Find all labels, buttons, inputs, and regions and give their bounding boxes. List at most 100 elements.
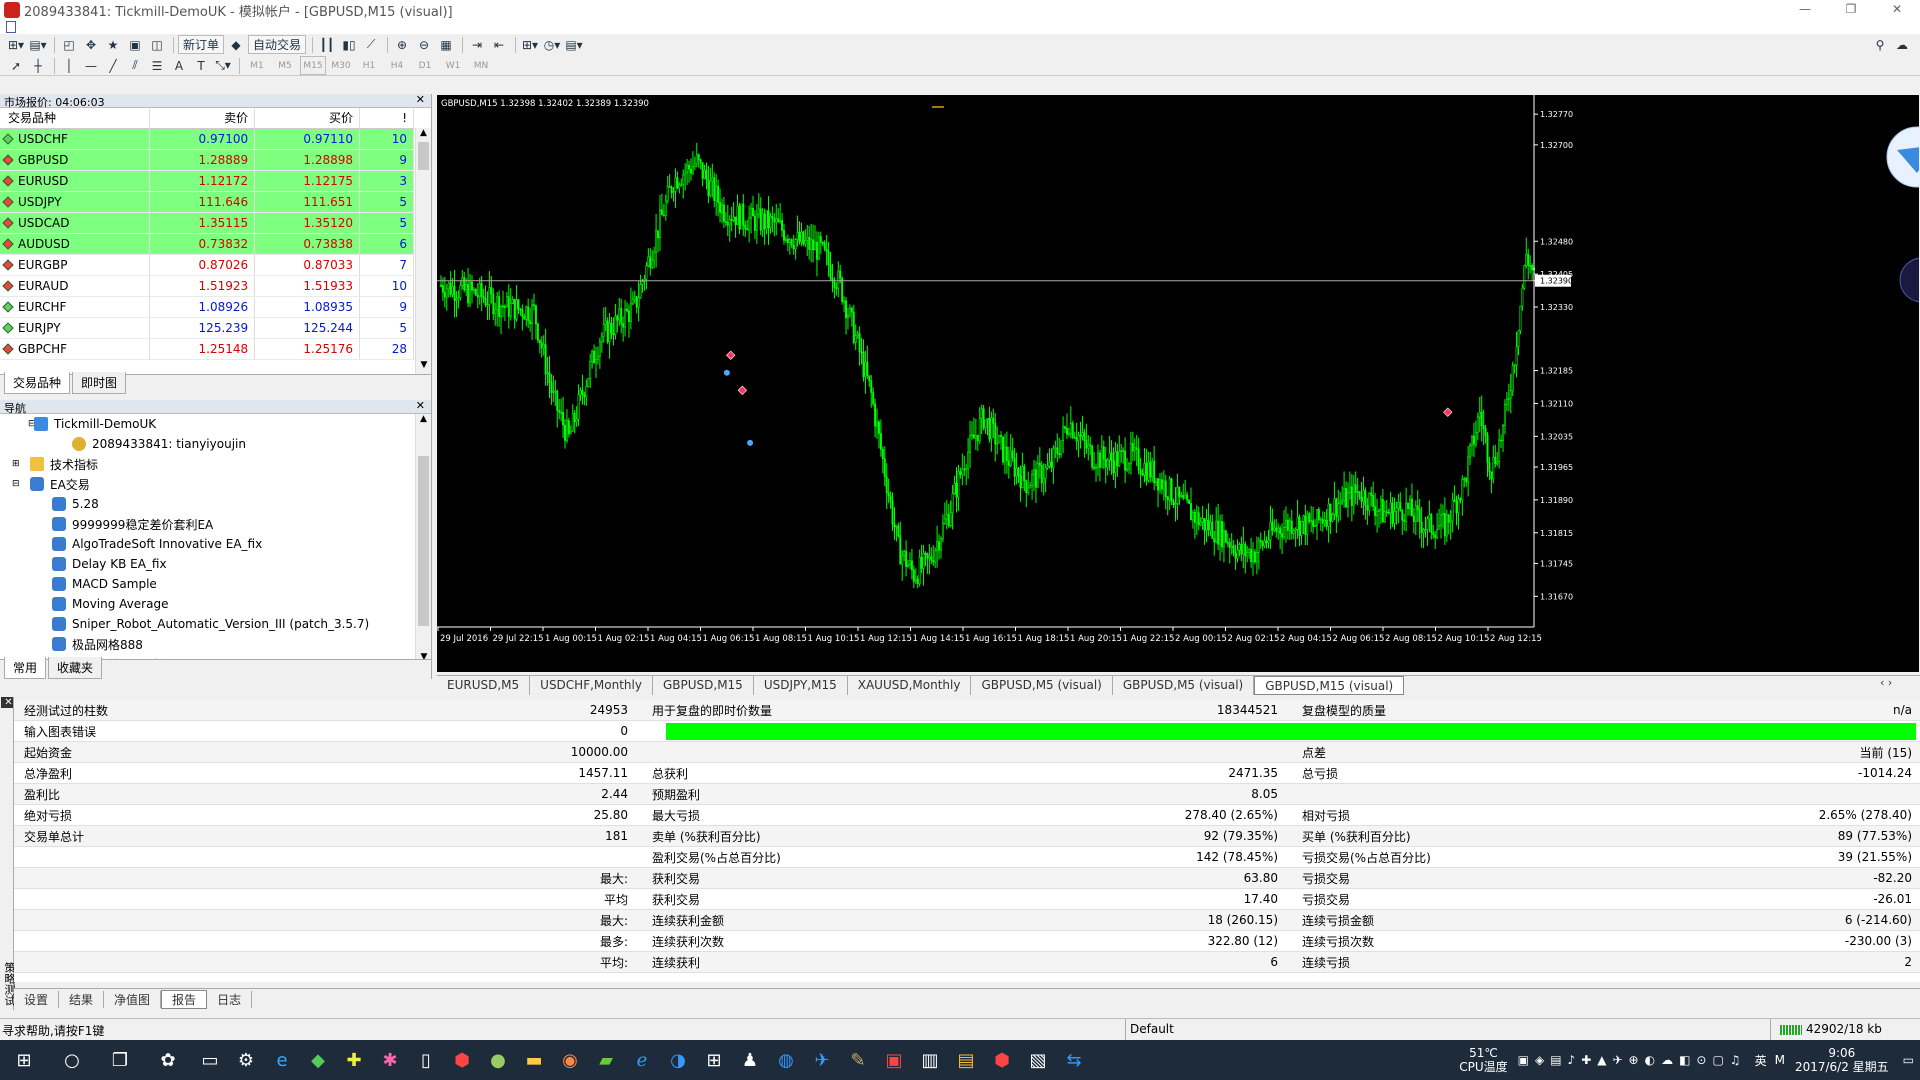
line-chart-icon[interactable]: ⟋: [361, 35, 381, 54]
file-explorer-icon[interactable]: ▬: [516, 1040, 552, 1080]
app-leaf-icon[interactable]: ▰: [588, 1040, 624, 1080]
app-red-square-icon[interactable]: ▣: [876, 1040, 912, 1080]
market-watch-row[interactable]: EURUSD 1.12172 1.12175 3: [0, 170, 414, 192]
tab-graph[interactable]: 净值图: [104, 991, 162, 1008]
tab-common[interactable]: 常用: [4, 657, 47, 679]
app-computer-icon[interactable]: ▥: [912, 1040, 948, 1080]
new-chart-icon[interactable]: ⊞▾: [6, 35, 26, 54]
col-spread[interactable]: !: [359, 108, 414, 129]
tray-icons[interactable]: ▣◈▤♪✚▲✈⊕◐☁◧⊙▢♫: [1518, 1053, 1747, 1067]
tf-m5[interactable]: M5: [272, 56, 298, 75]
app-ball-icon[interactable]: ●: [480, 1040, 516, 1080]
tf-mn[interactable]: MN: [468, 56, 494, 75]
market-watch-row[interactable]: GBPUSD 1.28889 1.28898 9: [0, 149, 414, 171]
market-watch-row[interactable]: GBPCHF 1.25148 1.25176 28: [0, 338, 414, 360]
bar-chart-icon[interactable]: ┃┃: [317, 35, 337, 54]
metaeditor-icon[interactable]: ◆: [226, 35, 246, 54]
navigator-item[interactable]: AlgoTradeSoft Innovative EA_fix: [0, 534, 431, 554]
navigator-item[interactable]: 5.28: [0, 494, 431, 514]
navigator-item[interactable]: 2089433841: tianyiyoujin: [0, 434, 431, 454]
candlestick-chart[interactable]: 1.327701.327001.324801.324051.323901.323…: [437, 95, 1919, 672]
app-bird-icon[interactable]: ✈: [804, 1040, 840, 1080]
tf-h4[interactable]: H4: [384, 56, 410, 75]
input-language[interactable]: 英: [1755, 1052, 1767, 1069]
tab-tick-chart[interactable]: 即时图: [72, 372, 127, 394]
market-watch-row[interactable]: USDCHF 0.97100 0.97110 10: [0, 128, 414, 150]
channel-icon[interactable]: ⫽: [125, 56, 145, 75]
candles-icon[interactable]: ▮▯: [339, 35, 359, 54]
windows-start-icon[interactable]: ⊞: [0, 1040, 48, 1080]
text-icon[interactable]: A: [169, 56, 189, 75]
horizontal-line-icon[interactable]: —: [81, 56, 101, 75]
fibo-icon[interactable]: ☰: [147, 56, 167, 75]
app-pinwheel-icon[interactable]: ✿: [144, 1040, 192, 1080]
chart-window[interactable]: 1.32770 1.32700 1.32480 1.32405 1.32390 1.323…: [437, 95, 1919, 672]
navigator-item[interactable]: Delay KB EA_fix: [0, 554, 431, 574]
tf-m30[interactable]: M30: [328, 56, 354, 75]
zoom-in-icon[interactable]: ⊕: [392, 35, 412, 54]
task-view-icon[interactable]: ❐: [96, 1040, 144, 1080]
col-symbol[interactable]: 交易品种: [0, 108, 151, 129]
market-watch-row[interactable]: USDJPY 111.646 111.651 5: [0, 191, 414, 213]
data-window-icon[interactable]: ✥: [81, 35, 101, 54]
market-watch-row[interactable]: EURGBP 0.87026 0.87033 7: [0, 254, 414, 276]
autoscroll-icon[interactable]: ⇥: [467, 35, 487, 54]
restore-icon[interactable]: ❐: [1828, 0, 1874, 20]
periods-icon[interactable]: ◷▾: [542, 35, 562, 54]
terminal-icon[interactable]: ▣: [125, 35, 145, 54]
vertical-line-icon[interactable]: │: [59, 56, 79, 75]
search-circle-icon[interactable]: ○: [48, 1040, 96, 1080]
chart-tab[interactable]: GBPUSD,M15 (visual): [1254, 676, 1405, 695]
navigator-item[interactable]: MACD Sample: [0, 574, 431, 594]
tf-m15[interactable]: M15: [300, 56, 326, 75]
minimize-icon[interactable]: —: [1782, 0, 1828, 20]
tab-results[interactable]: 结果: [59, 991, 105, 1008]
close-icon[interactable]: ✕: [1874, 0, 1920, 20]
navigator-item[interactable]: Sniper_Robot_Automatic_Version_III (patc…: [0, 614, 431, 634]
app-window-icon[interactable]: ▧: [1020, 1040, 1056, 1080]
chrome-icon[interactable]: ◉: [552, 1040, 588, 1080]
new-order-button[interactable]: 新订单: [178, 35, 225, 54]
app-disk-icon[interactable]: ▯: [408, 1040, 444, 1080]
navigator-item[interactable]: Moving Average: [0, 594, 431, 614]
app-gem-icon[interactable]: ◆: [300, 1040, 336, 1080]
search-icon[interactable]: ⚲: [1870, 35, 1890, 54]
chart-tab[interactable]: XAUUSD,Monthly: [848, 676, 972, 695]
navigator-scrollbar[interactable]: ▲ ▼: [415, 414, 431, 666]
app-hex-icon[interactable]: ⬢: [984, 1040, 1020, 1080]
col-bid[interactable]: 卖价: [149, 108, 256, 129]
chart-tab[interactable]: EURUSD,M5: [437, 676, 531, 695]
market-watch-row[interactable]: USDCAD 1.35115 1.35120 5: [0, 212, 414, 234]
tab-favorites[interactable]: 收藏夹: [48, 657, 103, 679]
templates-icon[interactable]: ▤▾: [564, 35, 584, 54]
edge-icon[interactable]: ℯ: [624, 1040, 660, 1080]
tile-windows-icon[interactable]: ▦: [436, 35, 456, 54]
app-red-icon[interactable]: ⬢: [444, 1040, 480, 1080]
text-label-icon[interactable]: T: [191, 56, 211, 75]
navigator-item[interactable]: ⊟ Tickmill-DemoUK: [0, 414, 431, 434]
tab-journal[interactable]: 日志: [207, 991, 253, 1008]
app-browser-icon[interactable]: e: [264, 1040, 300, 1080]
app-web-icon[interactable]: ◍: [768, 1040, 804, 1080]
navigator-item[interactable]: ⊞ 技术指标: [0, 454, 431, 474]
trendline-icon[interactable]: ╱: [103, 56, 123, 75]
clock[interactable]: 9:06 2017/6/2 星期五: [1795, 1046, 1889, 1074]
zoom-out-icon[interactable]: ⊖: [414, 35, 434, 54]
ime-icon[interactable]: M: [1775, 1053, 1785, 1067]
market-watch-row[interactable]: EURCHF 1.08926 1.08935 9: [0, 296, 414, 318]
teamviewer-icon[interactable]: ⇆: [1056, 1040, 1092, 1080]
tab-scroll-arrows[interactable]: ‹ ›: [1880, 676, 1892, 689]
tab-report[interactable]: 报告: [161, 990, 208, 1009]
navigator-item[interactable]: 极品网格888: [0, 634, 431, 654]
cursor-icon[interactable]: ➚: [6, 56, 26, 75]
navigator-icon[interactable]: ★: [103, 35, 123, 54]
market-watch-row[interactable]: AUDUSD 0.73832 0.73838 6: [0, 233, 414, 255]
market-watch-row[interactable]: EURAUD 1.51923 1.51933 10: [0, 275, 414, 297]
app-green-icon[interactable]: ✚: [336, 1040, 372, 1080]
chart-tab[interactable]: GBPUSD,M5 (visual): [971, 676, 1113, 695]
arrows-icon[interactable]: ⤡▾: [213, 56, 233, 75]
profiles-icon[interactable]: ▤▾: [28, 35, 48, 54]
navigator-item[interactable]: ⊟ EA交易: [0, 474, 431, 494]
tab-symbols[interactable]: 交易品种: [4, 372, 71, 394]
tf-w1[interactable]: W1: [440, 56, 466, 75]
